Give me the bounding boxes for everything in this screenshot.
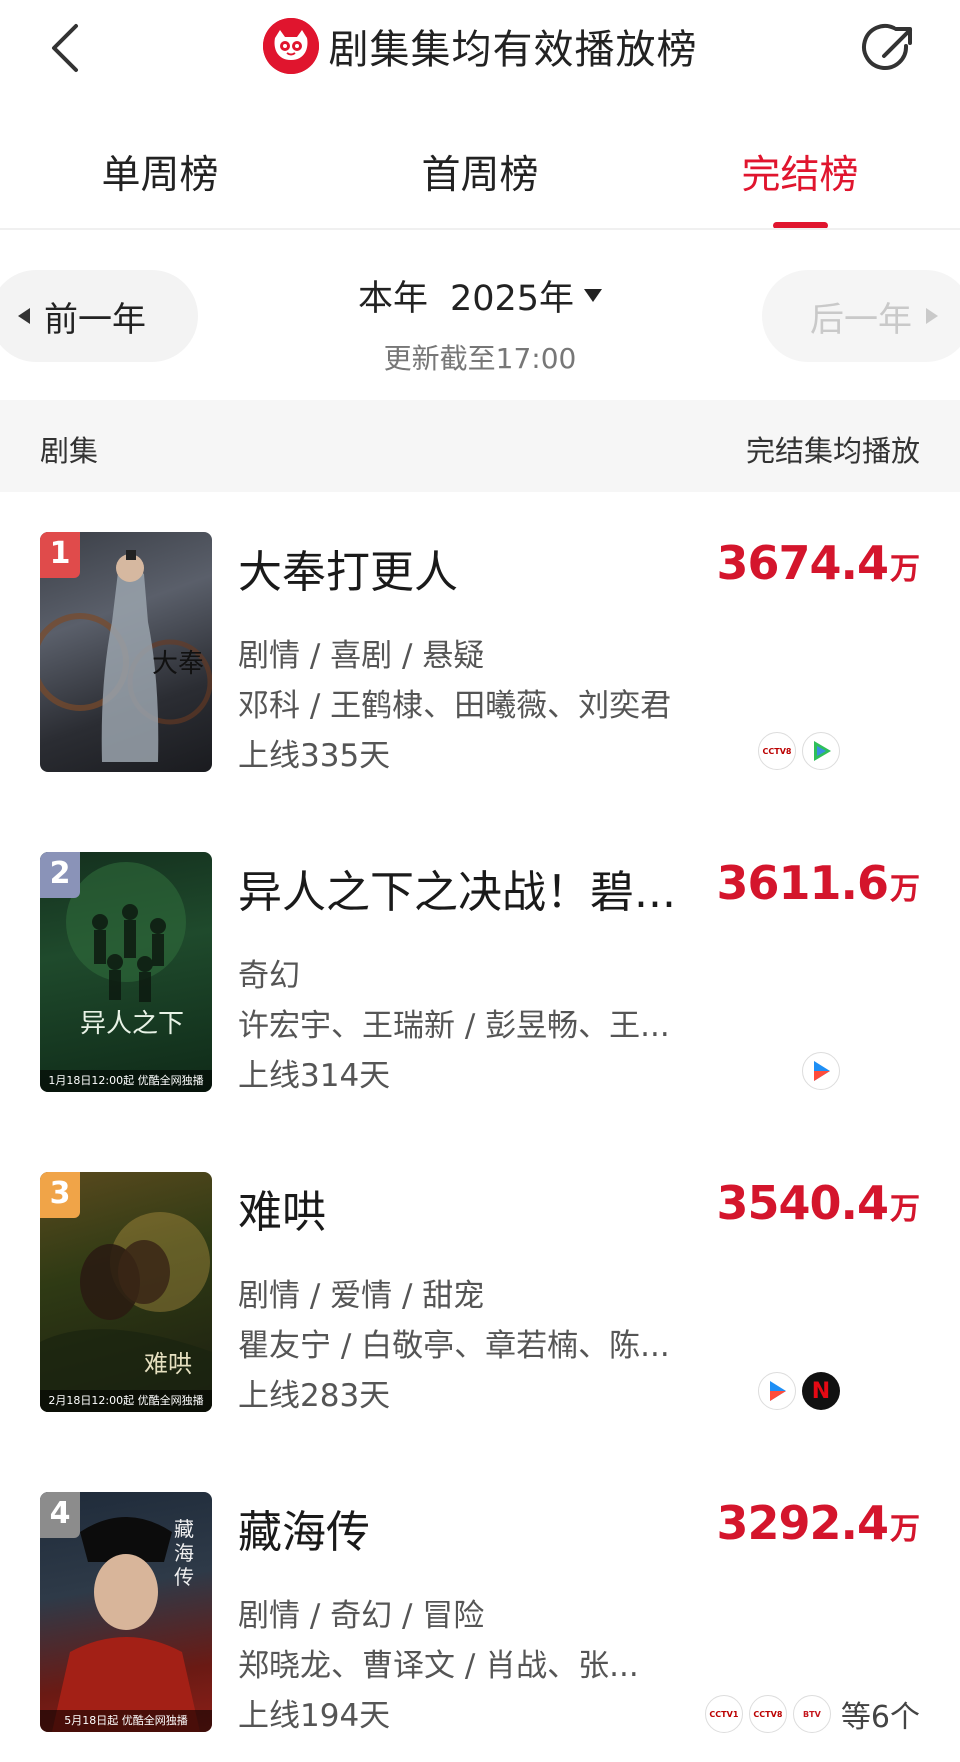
column-avg-plays: 完结集均播放 bbox=[745, 434, 920, 468]
avg-plays-value: 3540.4 bbox=[716, 1176, 889, 1230]
chart-tabs: 单周榜 首周榜 完结榜 bbox=[0, 128, 960, 229]
poster-caption: 5月18日起 优酷全网独播 bbox=[40, 1710, 212, 1732]
online-days: 上线335天 bbox=[238, 738, 391, 774]
tab-finished[interactable]: 完结榜 bbox=[700, 144, 900, 200]
avg-plays-value: 3292.4 bbox=[716, 1496, 889, 1550]
list-item[interactable]: 藏 海 传 4 5月18日起 优酷全网独播 藏海传 3292.4 万 剧情 / … bbox=[0, 1492, 960, 1762]
maoyan-logo-icon bbox=[262, 18, 319, 74]
online-days: 上线194天 bbox=[238, 1698, 391, 1734]
column-drama: 剧集 bbox=[40, 434, 99, 468]
cctv8-icon: CCTV8 bbox=[758, 732, 796, 770]
cast: 许宏宇、王瑞新 / 彭昱畅、王... bbox=[238, 1008, 670, 1044]
page-title: 剧集集均有效播放榜 bbox=[328, 27, 698, 73]
current-year-value: 2025年 bbox=[449, 279, 575, 319]
svg-text:藏: 藏 bbox=[174, 1517, 194, 1541]
list-item[interactable]: 难哄 3 2月18日12:00起 优酷全网独播 难哄 3540.4 万 剧情 /… bbox=[0, 1172, 960, 1492]
youku-icon bbox=[802, 1052, 840, 1090]
tab-weekly[interactable]: 单周榜 bbox=[60, 144, 260, 200]
drama-title[interactable]: 藏海传 bbox=[238, 1496, 698, 1560]
avg-plays-unit: 万 bbox=[890, 872, 920, 907]
next-year-button[interactable]: 后一年 bbox=[762, 270, 960, 362]
drama-title[interactable]: 难哄 bbox=[238, 1176, 698, 1240]
prev-year-button[interactable]: 前一年 bbox=[0, 270, 198, 362]
tab-first-week[interactable]: 首周榜 bbox=[380, 144, 580, 200]
avg-plays-unit: 万 bbox=[890, 1192, 920, 1227]
poster[interactable]: 藏 海 传 4 5月18日起 优酷全网独播 bbox=[40, 1492, 212, 1732]
online-days: 上线314天 bbox=[238, 1058, 391, 1094]
platform-list: CCTV1 CCTV8 BTV 等6个 bbox=[699, 1692, 920, 1736]
avg-plays-unit: 万 bbox=[890, 1512, 920, 1547]
dropdown-caret-icon bbox=[584, 289, 603, 302]
online-days: 上线283天 bbox=[238, 1378, 391, 1414]
next-year-label: 后一年 bbox=[810, 299, 912, 340]
avg-plays: 3611.6 万 bbox=[716, 856, 920, 910]
rank-badge: 1 bbox=[40, 532, 80, 578]
avg-plays: 3540.4 万 bbox=[716, 1176, 920, 1230]
platform-list bbox=[796, 1052, 840, 1090]
svg-text:难哄: 难哄 bbox=[144, 1350, 192, 1378]
rank-badge: 4 bbox=[40, 1492, 80, 1538]
poster[interactable]: 难哄 3 2月18日12:00起 优酷全网独播 bbox=[40, 1172, 212, 1412]
avg-plays-unit: 万 bbox=[890, 552, 920, 587]
poster-caption: 1月18日12:00起 优酷全网独播 bbox=[40, 1070, 212, 1092]
tencent-video-icon bbox=[802, 732, 840, 770]
svg-text:传: 传 bbox=[174, 1565, 194, 1589]
triangle-left-icon bbox=[18, 308, 30, 324]
avg-plays-value: 3611.6 bbox=[716, 856, 889, 910]
more-platforms[interactable]: 等6个 bbox=[841, 1692, 920, 1736]
drama-title[interactable]: 大奉打更人 bbox=[238, 536, 698, 600]
list-item[interactable]: 大奉 1 大奉打更人 3674.4 万 剧情 / 喜剧 / 悬疑 邓科 / 王鹤… bbox=[0, 532, 960, 852]
rank-badge: 3 bbox=[40, 1172, 80, 1218]
poster[interactable]: 异人之下 2 1月18日12:00起 优酷全网独播 bbox=[40, 852, 212, 1092]
poster-caption: 2月18日12:00起 优酷全网独播 bbox=[40, 1390, 212, 1412]
cast: 邓科 / 王鹤棣、田曦薇、刘奕君 bbox=[238, 688, 672, 724]
year-selector[interactable]: 本年 2025年 更新截至17:00 bbox=[300, 270, 660, 377]
genre: 剧情 / 喜剧 / 悬疑 bbox=[238, 638, 485, 674]
share-icon bbox=[862, 24, 912, 70]
genre: 剧情 / 爱情 / 甜宠 bbox=[238, 1278, 485, 1314]
platform-list: CCTV8 bbox=[752, 732, 840, 770]
update-time: 更新截至17:00 bbox=[383, 342, 577, 375]
cctv8-icon: CCTV8 bbox=[748, 1695, 787, 1733]
platform-list: N bbox=[752, 1372, 840, 1410]
list-item[interactable]: 异人之下 2 1月18日12:00起 优酷全网独播 异人之下之决战！碧... 3… bbox=[0, 852, 960, 1172]
title-area: 剧集集均有效播放榜 bbox=[0, 16, 960, 76]
avg-plays: 3674.4 万 bbox=[716, 536, 920, 590]
cctv1-icon: CCTV1 bbox=[704, 1695, 743, 1733]
cast: 瞿友宁 / 白敬亭、章若楠、陈... bbox=[238, 1328, 670, 1364]
prev-year-label: 前一年 bbox=[44, 299, 146, 340]
cast: 郑晓龙、曹译文 / 肖战、张... bbox=[238, 1648, 639, 1684]
svg-text:大奉: 大奉 bbox=[152, 649, 204, 679]
genre: 奇幻 bbox=[238, 958, 300, 994]
share-button[interactable] bbox=[860, 18, 922, 80]
btv-icon: BTV bbox=[792, 1695, 831, 1733]
netflix-icon: N bbox=[802, 1372, 840, 1410]
divider bbox=[0, 228, 960, 230]
rank-badge: 2 bbox=[40, 852, 80, 898]
top-bar: 剧集集均有效播放榜 bbox=[0, 0, 960, 100]
genre: 剧情 / 奇幻 / 冒险 bbox=[238, 1598, 485, 1634]
youku-icon bbox=[758, 1372, 796, 1410]
avg-plays-value: 3674.4 bbox=[716, 536, 889, 590]
svg-text:异人之下: 异人之下 bbox=[80, 1009, 184, 1039]
drama-title[interactable]: 异人之下之决战！碧... bbox=[238, 856, 698, 920]
current-year-label: 本年 bbox=[357, 279, 428, 319]
list-header: 剧集 完结集均播放 bbox=[0, 400, 960, 492]
avg-plays: 3292.4 万 bbox=[716, 1496, 920, 1550]
svg-text:海: 海 bbox=[174, 1541, 194, 1565]
triangle-right-icon bbox=[926, 308, 938, 324]
poster[interactable]: 大奉 1 bbox=[40, 532, 212, 772]
